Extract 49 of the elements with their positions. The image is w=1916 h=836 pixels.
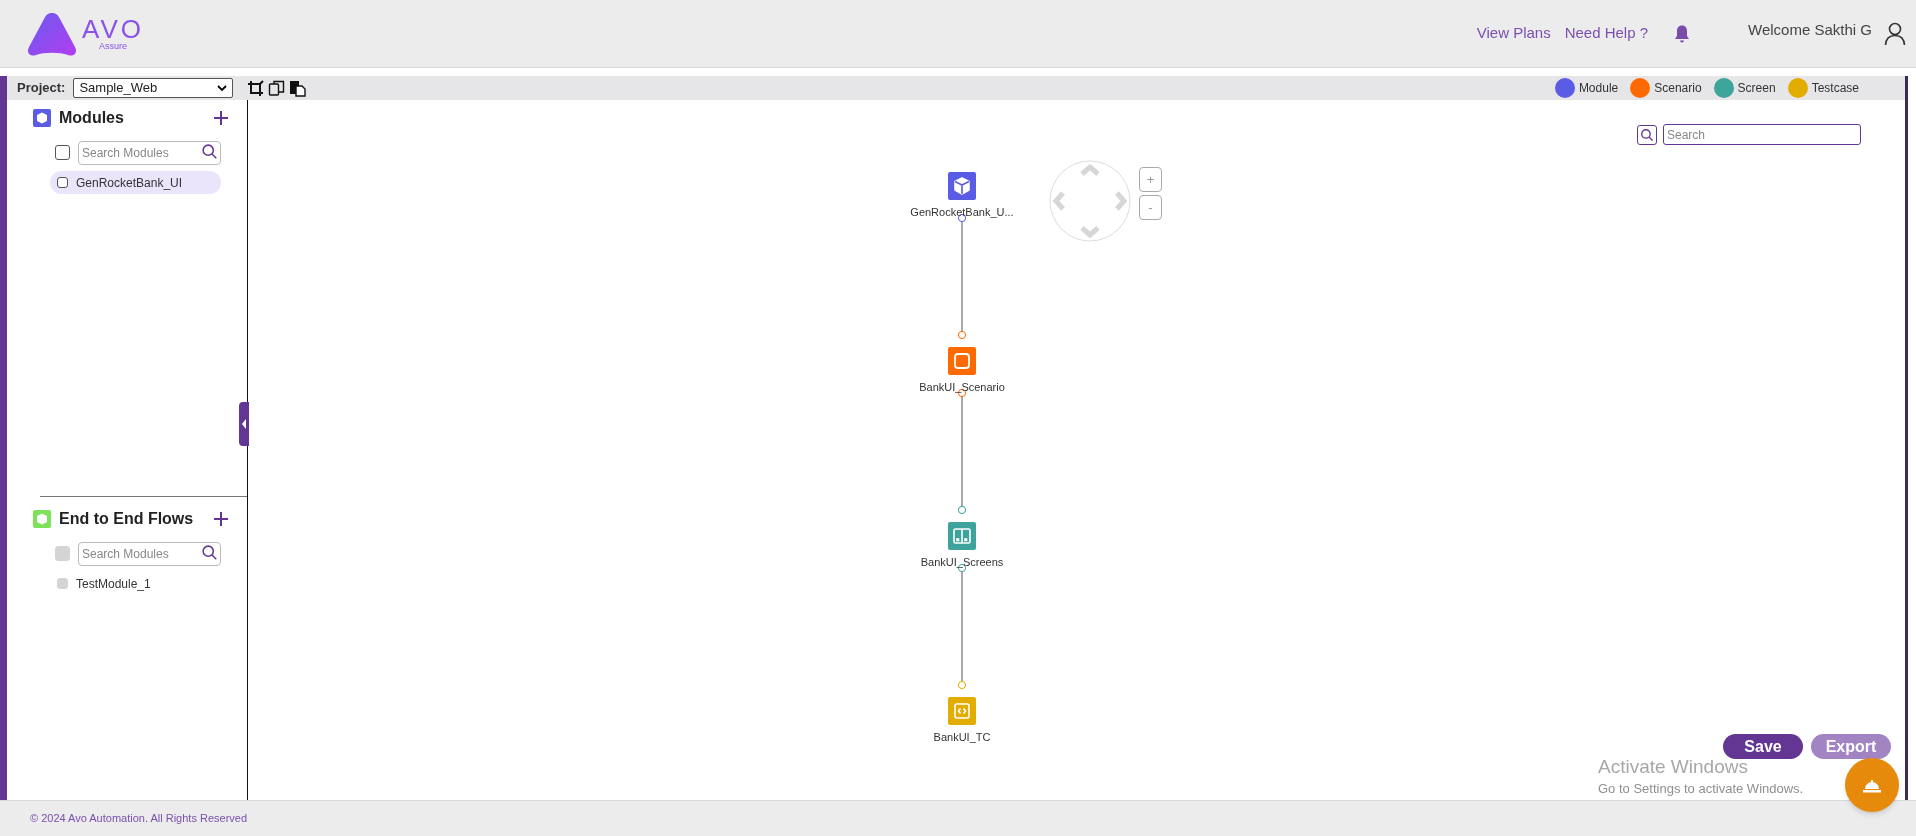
node-label: GenRocketBank_U... [910,205,1014,220]
copy-icon[interactable] [268,79,286,97]
search-modules-field[interactable]: Search Modules [78,542,221,566]
legend-label: Scenario [1654,80,1702,97]
checkbox[interactable] [55,144,70,160]
screen-node-icon[interactable] [948,522,976,550]
welcome-text: Welcome Sakthi G [1748,20,1872,41]
node-label: BankUI_Scenario [919,380,1005,395]
logo-wordmark: AVO [82,15,144,42]
logo-tagline: Assure [99,41,127,51]
node-label: BankUI_TC [933,730,991,745]
checkbox[interactable] [57,177,68,188]
logo-mark-icon [26,10,78,57]
cube-icon [33,109,51,127]
user-icon[interactable] [1884,21,1906,46]
service-bell-button[interactable] [1845,758,1899,812]
cube-icon [33,510,51,528]
plus-icon[interactable] [213,110,229,126]
module-list-item[interactable]: GenRocketBank_UI [50,171,221,194]
node-label: BankUI_Screens [920,555,1004,570]
header-link[interactable]: Need Help ? [1564,22,1649,45]
copyright-text: © 2024 Avo Automation. All Rights Reserved [30,811,248,827]
plus-icon[interactable] [213,511,229,527]
caret-icon [217,84,228,92]
search-modules-field[interactable]: Search Modules [78,141,221,165]
section-title: End to End Flows [59,509,194,529]
activate-windows-text: Go to Settings to activate Windows. [1598,779,1804,798]
logo[interactable]: AVO Assure [26,10,144,57]
project-label: Project: [17,79,66,98]
module-node-icon[interactable] [948,172,976,200]
zoom-button[interactable]: - [1139,195,1162,220]
scenario-node-icon[interactable] [948,347,976,375]
project-select[interactable]: Sample_Web [73,78,234,98]
collapse-handle[interactable] [239,402,249,446]
testcase-node-icon[interactable] [948,697,976,725]
legend-label: Testcase [1811,80,1859,97]
paste-icon[interactable] [289,79,307,97]
search-icon[interactable] [201,544,218,561]
canvas-search-field[interactable]: Search [1663,124,1861,145]
legend-label: Screen [1737,80,1776,97]
zoom-button[interactable]: + [1139,167,1162,192]
legend-label: Module [1578,80,1619,97]
search-button[interactable] [1637,124,1657,145]
crop-icon[interactable] [247,79,265,97]
service-bell-icon [1862,777,1882,793]
section-title: Modules [59,108,124,128]
action-button[interactable]: Save [1723,734,1803,759]
search-icon[interactable] [201,143,218,160]
header-link[interactable]: View Plans [1476,22,1551,45]
